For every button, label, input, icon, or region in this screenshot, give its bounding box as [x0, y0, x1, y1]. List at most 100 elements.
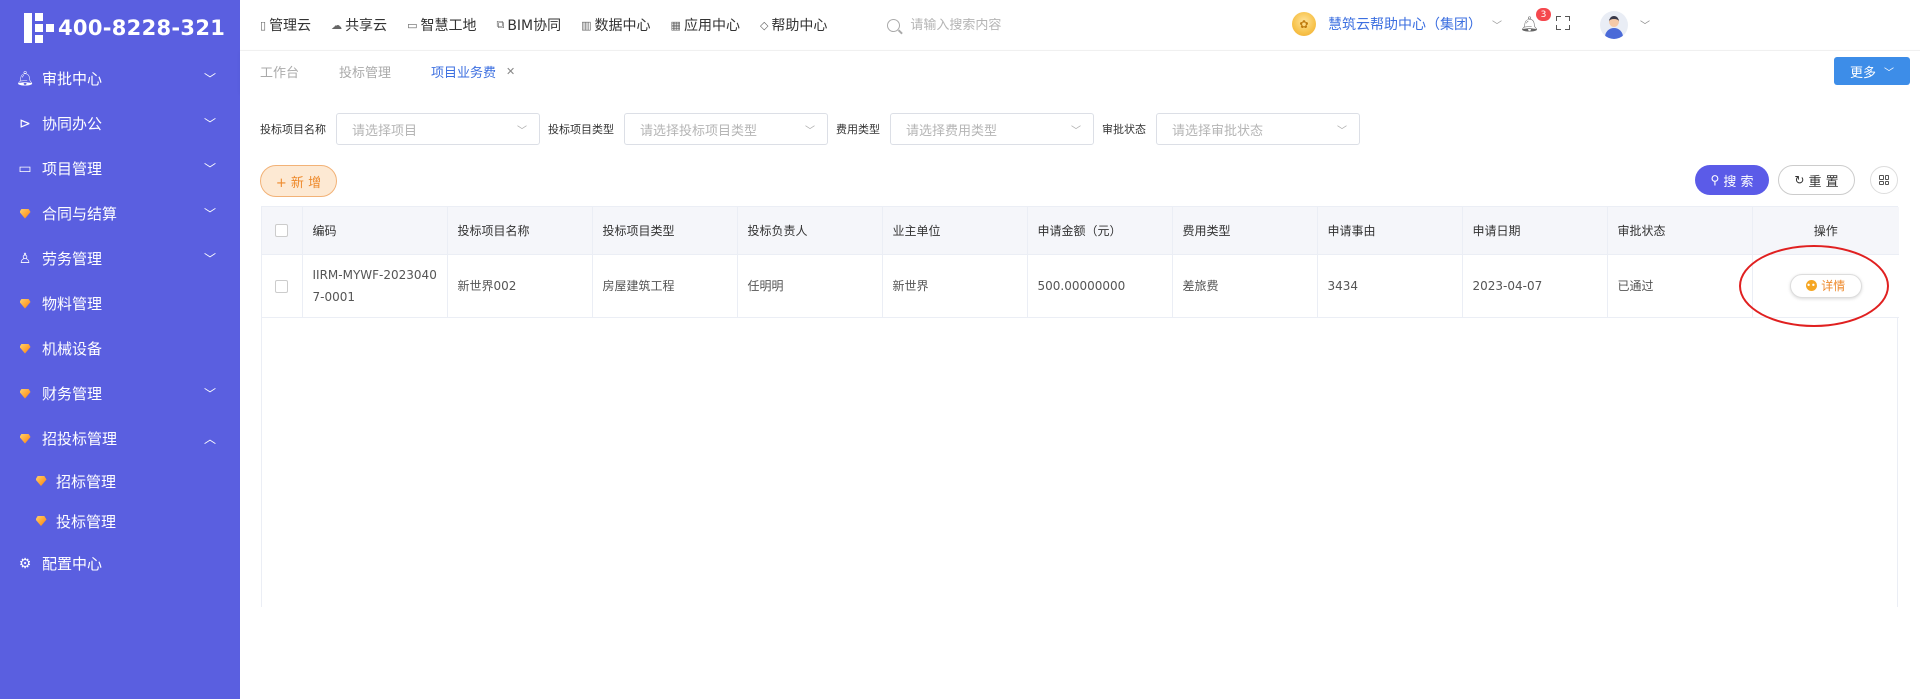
column-header: 投标项目名称 — [447, 207, 593, 255]
tablet-icon: ▯ — [260, 18, 267, 32]
user-icon: ♙ — [18, 250, 32, 267]
sidebar-item-labor[interactable]: ♙ 劳务管理 ﹀ — [0, 236, 240, 281]
select-all-checkbox[interactable] — [275, 224, 288, 238]
sidebar-subitem-bid[interactable]: 投标管理 — [0, 501, 240, 541]
column-header: 操作 — [1752, 207, 1899, 255]
sidebar-subitem-tender[interactable]: 招标管理 — [0, 461, 240, 501]
more-button[interactable]: 更多 ﹀ — [1834, 57, 1910, 85]
tab-workbench[interactable]: 工作台 — [260, 62, 299, 81]
sidebar-item-finance[interactable]: 财务管理 ﹀ — [0, 371, 240, 416]
sidebar: 400-8228-321 🔔︎ 审批中心 ﹀ ⊳ 协同办公 ﹀ ▭ 项目管理 ﹀… — [0, 0, 240, 699]
topnav-smart-site[interactable]: ▭ 智慧工地 — [407, 15, 476, 35]
chevron-down-icon: ﹀ — [805, 125, 815, 137]
global-search — [887, 17, 1267, 33]
topnav-help-center[interactable]: ◇ 帮助中心 — [760, 15, 827, 35]
refresh-icon: ↻ — [1794, 173, 1805, 187]
topnav-share-cloud[interactable]: ☁︎ 共享云 — [331, 15, 387, 35]
project-name-cell: 新世界002 — [447, 254, 593, 318]
filter-label: 费用类型 — [836, 123, 880, 136]
action-cell: ••• 详情 — [1752, 254, 1899, 318]
gem-icon — [16, 433, 34, 444]
topnav-label: 管理云 — [269, 18, 312, 34]
logo-text: 400-8228-321 — [58, 16, 226, 40]
chevron-down-icon[interactable]: ﹀ — [1640, 17, 1650, 32]
sidebar-item-label: 审批中心 — [42, 70, 103, 88]
notification-bell-icon[interactable]: 🔔︎ — [1520, 15, 1539, 33]
owner-person-cell: 任明明 — [737, 254, 883, 318]
column-header: 申请日期 — [1462, 207, 1608, 255]
reset-button-label: 重 置 — [1808, 174, 1839, 190]
search-button-label: 搜 索 — [1723, 174, 1754, 190]
select-placeholder: 请选择项目 — [352, 123, 418, 139]
gear-icon: ⚙︎ — [18, 555, 32, 572]
toolbar: + 新 增 ⚲ 搜 索 ↻ 重 置 — [260, 162, 1920, 212]
sidebar-item-collab[interactable]: ⊳ 协同办公 ﹀ — [0, 101, 240, 146]
filter-bar: 投标项目名称 请选择项目 ﹀ 投标项目类型 请选择投标项目类型 ﹀ 费用类型 请… — [260, 92, 1920, 162]
approval-status-select[interactable]: 请选择审批状态 ﹀ — [1156, 113, 1360, 145]
grid-icon — [1879, 175, 1889, 185]
sidebar-item-contract[interactable]: 合同与结算 ﹀ — [0, 191, 240, 236]
avatar[interactable] — [1600, 11, 1628, 39]
bar-chart-icon: ▥ — [581, 18, 592, 32]
diamond-icon: ◇ — [759, 18, 769, 32]
reset-button[interactable]: ↻ 重 置 — [1778, 165, 1855, 195]
data-table: 编码 投标项目名称 投标项目类型 投标负责人 业主单位 申请金额（元） 费用类型… — [261, 206, 1899, 607]
sidebar-item-material[interactable]: 物料管理 — [0, 281, 240, 326]
topnav-label: 应用中心 — [683, 18, 740, 34]
sidebar-item-label: 项目管理 — [42, 160, 103, 178]
book-icon: ▭ — [18, 160, 32, 177]
sidebar-item-project[interactable]: ▭ 项目管理 ﹀ — [0, 146, 240, 191]
detail-button[interactable]: ••• 详情 — [1789, 273, 1862, 298]
sidebar-item-approval[interactable]: 🔔︎ 审批中心 ﹀ — [0, 56, 240, 101]
table-header-row: 编码 投标项目名称 投标项目类型 投标负责人 业主单位 申请金额（元） 费用类型… — [262, 207, 1899, 255]
chevron-down-icon: ﹀ — [203, 252, 216, 266]
sidebar-item-label: 机械设备 — [42, 340, 103, 358]
fullscreen-icon[interactable] — [1556, 16, 1570, 30]
topnav-app-center[interactable]: ▦ 应用中心 — [671, 15, 740, 35]
chevron-up-icon: ︿ — [203, 432, 216, 446]
org-name: 慧筑云帮助中心（集团） — [1328, 17, 1482, 33]
bell-icon: 🔔︎ — [16, 70, 34, 87]
column-settings-button[interactable] — [1870, 166, 1898, 194]
fee-type-select[interactable]: 请选择费用类型 ﹀ — [890, 113, 1094, 145]
sidebar-item-bidding[interactable]: 招投标管理 ︿ — [0, 416, 240, 461]
logo[interactable]: 400-8228-321 — [0, 0, 240, 56]
chevron-down-icon: ﹀ — [1071, 125, 1081, 137]
topnav-label: 共享云 — [345, 18, 388, 34]
search-icon — [887, 18, 901, 32]
chevron-down-icon: ﹀ — [203, 387, 216, 401]
sidebar-item-config[interactable]: ⚙︎ 配置中心 — [0, 541, 240, 586]
select-placeholder: 请选择费用类型 — [906, 123, 998, 139]
row-checkbox[interactable] — [275, 279, 288, 293]
search-button[interactable]: ⚲ 搜 索 — [1695, 165, 1769, 195]
topnav-management-cloud[interactable]: ▯ 管理云 — [260, 15, 311, 35]
close-icon[interactable]: ✕ — [506, 65, 515, 78]
table-row[interactable]: IIRM-MYWF-20230407-0001 新世界002 房屋建筑工程 任明… — [262, 254, 1899, 318]
sidebar-item-machinery[interactable]: 机械设备 — [0, 326, 240, 371]
owner-unit-cell: 新世界 — [882, 254, 1028, 318]
tab-project-business-fee[interactable]: 项目业务费 ✕ — [431, 62, 515, 81]
reason-cell: 3434 — [1317, 254, 1463, 318]
tab-bid-management[interactable]: 投标管理 — [339, 62, 391, 81]
topnav-label: BIM协同 — [507, 18, 562, 34]
org-switcher[interactable]: ✿ 慧筑云帮助中心（集团） ﹀ — [1292, 12, 1502, 36]
project-type-select[interactable]: 请选择投标项目类型 ﹀ — [624, 113, 828, 145]
filter-label: 投标项目类型 — [548, 123, 614, 136]
org-logo-icon: ✿ — [1292, 12, 1316, 36]
gem-icon — [32, 516, 50, 526]
chevron-down-icon: ﹀ — [1492, 20, 1502, 32]
add-button[interactable]: + 新 增 — [260, 165, 337, 197]
project-name-select[interactable]: 请选择项目 ﹀ — [336, 113, 540, 145]
gem-icon — [16, 208, 34, 219]
gem-icon — [16, 388, 34, 399]
tab-label: 投标管理 — [339, 66, 392, 81]
topnav-data-center[interactable]: ▥ 数据中心 — [581, 15, 650, 35]
chevron-down-icon: ﹀ — [517, 125, 527, 137]
search-input[interactable] — [910, 17, 1241, 33]
chevron-down-icon: ﹀ — [203, 117, 216, 131]
date-cell: 2023-04-07 — [1462, 254, 1608, 318]
topnav-bim[interactable]: ⧉ BIM协同 — [496, 15, 561, 35]
topnav-label: 数据中心 — [594, 18, 651, 34]
column-header: 投标负责人 — [737, 207, 883, 255]
amount-cell: 500.00000000 — [1027, 254, 1173, 318]
